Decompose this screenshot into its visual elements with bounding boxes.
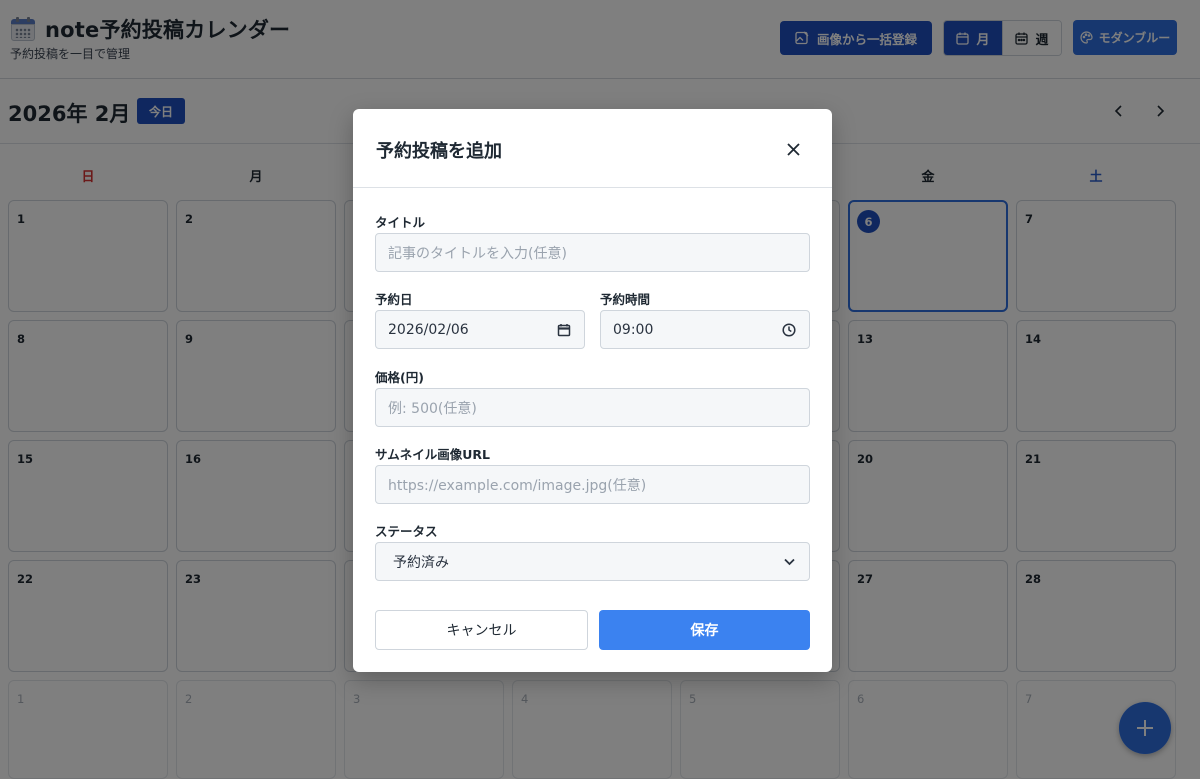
price-input[interactable]: 例: 500(任意): [375, 388, 810, 427]
add-post-modal: 予約投稿を追加 タイトル 記事のタイトルを入力(任意) 予約日 2026/02/…: [353, 109, 832, 672]
time-label: 予約時間: [600, 292, 651, 307]
time-value: 09:00: [613, 321, 654, 338]
calendar-picker-icon[interactable]: [556, 322, 572, 338]
fab-dim: [1119, 702, 1171, 754]
chevron-down-icon: [781, 554, 797, 570]
price-label: 価格(円): [375, 370, 424, 385]
close-icon: [786, 142, 800, 156]
status-label: ステータス: [375, 524, 438, 539]
time-input[interactable]: 09:00: [600, 310, 810, 349]
date-value: 2026/02/06: [388, 321, 469, 338]
date-input[interactable]: 2026/02/06: [375, 310, 585, 349]
modal-title: 予約投稿を追加: [376, 141, 502, 162]
date-label: 予約日: [375, 292, 413, 307]
save-button[interactable]: 保存: [599, 610, 810, 650]
cancel-button[interactable]: キャンセル: [375, 610, 588, 650]
title-label: タイトル: [375, 215, 426, 230]
thumbnail-url-label: サムネイル画像URL: [375, 447, 490, 462]
close-button[interactable]: [783, 139, 803, 159]
thumbnail-url-input[interactable]: https://example.com/image.jpg(任意): [375, 465, 810, 504]
status-value: 予約済み: [393, 554, 449, 571]
title-input[interactable]: 記事のタイトルを入力(任意): [375, 233, 810, 272]
modal-divider: [353, 187, 832, 188]
clock-icon[interactable]: [781, 322, 797, 338]
status-select[interactable]: 予約済み: [375, 542, 810, 581]
